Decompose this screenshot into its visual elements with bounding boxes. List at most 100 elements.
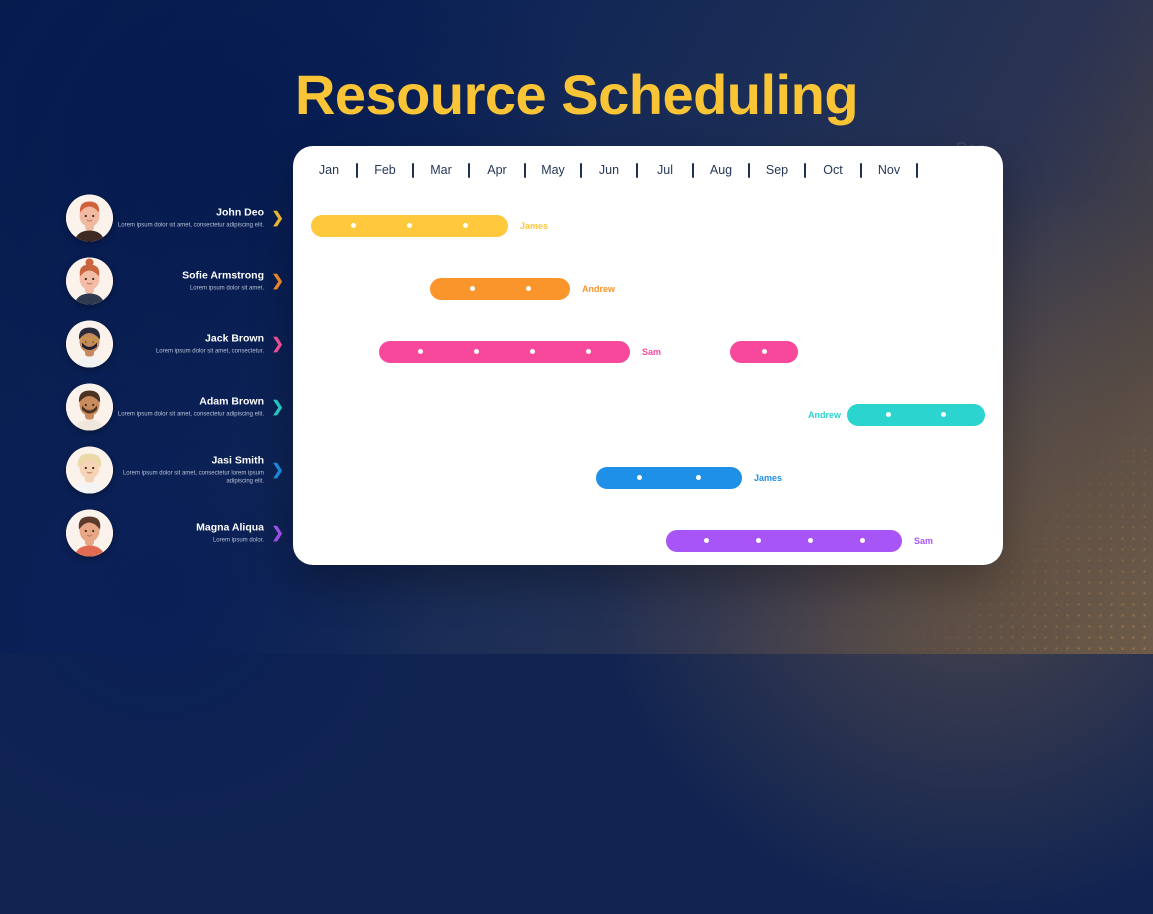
month-divider bbox=[748, 162, 750, 178]
month-divider bbox=[468, 162, 470, 178]
assignee-label: James bbox=[520, 220, 549, 231]
milestone-dot bbox=[474, 349, 480, 354]
gantt-bar[interactable] bbox=[666, 529, 902, 552]
milestone-dot bbox=[886, 412, 891, 417]
person-row[interactable]: Magna Aliqua Lorem ipsum dolor. ❯ bbox=[0, 501, 290, 564]
milestone-dot bbox=[761, 349, 767, 354]
person-name: John Deo bbox=[216, 206, 264, 218]
person-row[interactable]: Sofie Armstrong Lorem ipsum dolor sit ame… bbox=[0, 249, 290, 312]
timeline-rows: James Andrew Sam Andrew James Sam bbox=[293, 194, 1003, 565]
gantt-bar[interactable] bbox=[847, 403, 985, 426]
milestone-dot bbox=[585, 349, 591, 354]
person-name: Sofie Armstrong bbox=[182, 269, 264, 281]
person-description: Lorem ipsum dolor sit amet, consectetur … bbox=[117, 222, 264, 228]
month-cell[interactable]: Jan bbox=[307, 162, 363, 178]
milestone-dot bbox=[463, 223, 469, 228]
gantt-bar[interactable] bbox=[596, 466, 742, 489]
month-divider bbox=[356, 162, 358, 178]
gantt-bar[interactable] bbox=[379, 340, 630, 363]
chevron-right-icon[interactable]: ❯ bbox=[271, 399, 284, 414]
person-text: Magna Aliqua Lorem ipsum dolor. bbox=[98, 521, 264, 544]
milestone-dot bbox=[941, 412, 946, 417]
month-cell[interactable]: May bbox=[531, 162, 587, 178]
people-list: John Deo Lorem ipsum dolor sit amet, cons… bbox=[0, 186, 290, 564]
chevron-right-icon[interactable]: ❯ bbox=[271, 273, 284, 288]
timeline-row: Sam bbox=[293, 509, 1003, 565]
gantt-bar[interactable] bbox=[730, 340, 798, 363]
month-label: Oct bbox=[823, 163, 843, 177]
timeline-month-header: Jan Feb Mar Apr May Jun Jul Aug Sep Oct Nov bbox=[293, 146, 1003, 194]
month-divider bbox=[636, 162, 638, 178]
month-divider bbox=[412, 162, 414, 178]
month-cell[interactable]: Mar bbox=[419, 162, 475, 178]
timeline-row: James bbox=[293, 194, 1003, 257]
timeline-row: Andrew bbox=[293, 257, 1003, 320]
month-cell[interactable]: Feb bbox=[363, 162, 419, 178]
person-text: Adam Brown Lorem ipsum dolor sit amet, co… bbox=[98, 395, 264, 418]
month-label: Jan bbox=[318, 163, 340, 177]
person-row[interactable]: John Deo Lorem ipsum dolor sit amet, cons… bbox=[0, 186, 290, 249]
milestone-dot bbox=[406, 223, 412, 228]
assignee-label: Andrew bbox=[582, 283, 616, 294]
milestone-dot bbox=[525, 286, 531, 291]
month-divider bbox=[524, 162, 526, 178]
person-text: Sofie Armstrong Lorem ipsum dolor sit ame… bbox=[98, 269, 264, 292]
month-label: Mar bbox=[430, 163, 452, 177]
gantt-bar[interactable] bbox=[430, 277, 570, 300]
chevron-right-icon[interactable]: ❯ bbox=[271, 210, 284, 225]
chevron-right-icon[interactable]: ❯ bbox=[271, 336, 284, 351]
timeline-row: James bbox=[293, 446, 1003, 509]
person-text: John Deo Lorem ipsum dolor sit amet, cons… bbox=[98, 206, 264, 229]
assignee-label: Sam bbox=[642, 346, 662, 357]
person-description: Lorem ipsum dolor sit amet, consectetur … bbox=[117, 411, 264, 417]
month-label: May bbox=[541, 163, 565, 177]
person-name: Adam Brown bbox=[199, 395, 264, 407]
milestone-dot bbox=[469, 286, 475, 291]
month-cell[interactable]: Aug bbox=[699, 162, 755, 178]
month-cell[interactable]: Jul bbox=[643, 162, 699, 178]
person-name: Jasi Smith bbox=[211, 454, 264, 466]
person-row[interactable]: Jasi Smith Lorem ipsum dolor sit amet, co… bbox=[0, 438, 290, 501]
assignee-label: James bbox=[754, 472, 783, 483]
month-label: Sep bbox=[765, 163, 789, 177]
month-cell[interactable]: Nov bbox=[867, 162, 923, 178]
chevron-right-icon[interactable]: ❯ bbox=[271, 525, 284, 540]
milestone-dot bbox=[807, 538, 813, 543]
gantt-bar[interactable] bbox=[311, 214, 508, 237]
milestone-dot bbox=[350, 223, 356, 228]
month-divider bbox=[580, 162, 582, 178]
milestone-dot bbox=[859, 538, 865, 543]
person-name: Jack Brown bbox=[205, 332, 264, 344]
milestone-dot bbox=[696, 475, 701, 480]
person-name: Magna Aliqua bbox=[196, 521, 264, 533]
person-description: Lorem ipsum dolor. bbox=[212, 537, 264, 543]
month-divider bbox=[860, 162, 862, 178]
month-label: Aug bbox=[709, 163, 733, 177]
person-row[interactable]: Adam Brown Lorem ipsum dolor sit amet, co… bbox=[0, 375, 290, 438]
month-label: Jun bbox=[598, 163, 620, 177]
month-label: Apr bbox=[487, 163, 507, 177]
person-row[interactable]: Jack Brown Lorem ipsum dolor sit amet, co… bbox=[0, 312, 290, 375]
person-description: Lorem ipsum dolor sit amet, consectetur. bbox=[155, 348, 264, 354]
month-cell[interactable]: Jun bbox=[587, 162, 643, 178]
milestone-dot bbox=[637, 475, 642, 480]
page-title: Resource Scheduling bbox=[294, 63, 859, 126]
milestone-dot bbox=[418, 349, 424, 354]
assignee-label: Sam bbox=[914, 535, 934, 546]
person-description: Lorem ipsum dolor sit amet. bbox=[189, 285, 264, 291]
timeline-row: Andrew bbox=[293, 383, 1003, 446]
assignee-label: Andrew bbox=[807, 409, 841, 420]
timeline-row: Sam bbox=[293, 320, 1003, 383]
month-cell[interactable]: Apr bbox=[475, 162, 531, 178]
month-cell[interactable]: Sep bbox=[755, 162, 811, 178]
milestone-dot bbox=[703, 538, 709, 543]
milestone-dot bbox=[755, 538, 761, 543]
month-divider bbox=[916, 162, 918, 178]
month-cell[interactable]: Oct bbox=[811, 162, 867, 178]
month-label: Jul bbox=[657, 163, 673, 177]
person-text: Jasi Smith Lorem ipsum dolor sit amet, co… bbox=[98, 454, 264, 485]
person-text: Jack Brown Lorem ipsum dolor sit amet, co… bbox=[98, 332, 264, 355]
milestone-dot bbox=[529, 349, 535, 354]
chevron-right-icon[interactable]: ❯ bbox=[271, 462, 284, 477]
month-label: Nov bbox=[877, 163, 901, 177]
